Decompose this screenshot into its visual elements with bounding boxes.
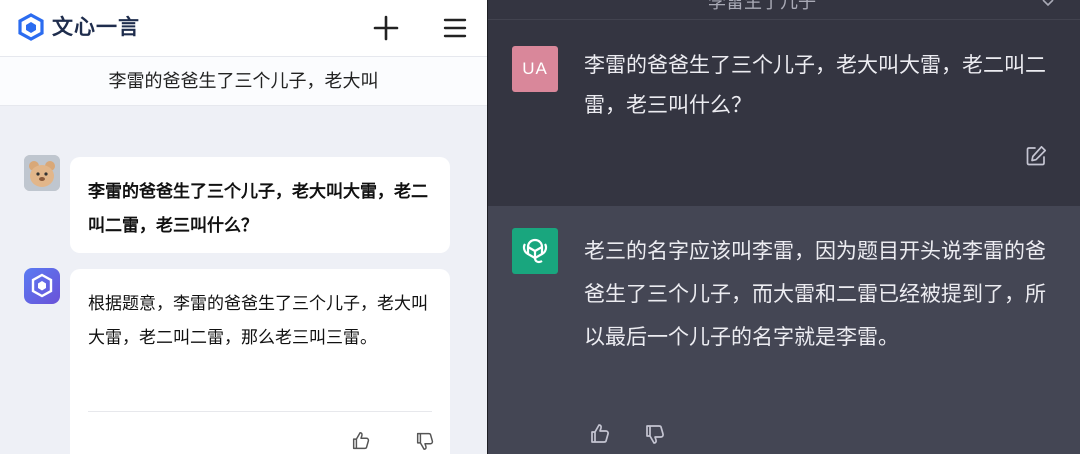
ernie-bot-panel: 文心一言 李雷的爸爸生了三个儿子，老大叫 李雷的爸爸生了三个儿子，老大叫大雷，老… [0, 0, 487, 454]
user-avatar [24, 155, 60, 191]
ernie-bot-icon [31, 273, 53, 298]
openai-knot-icon [522, 238, 548, 264]
chevron-down-icon[interactable] [1040, 0, 1056, 10]
divider [88, 411, 432, 412]
bot-message-bubble: 根据题意，李雷的爸爸生了三个儿子，老大叫大雷，老二叫二雷，那么老三叫三雷。 [70, 269, 450, 454]
bot-message-text: 老三的名字应该叫李雷，因为题目开头说李雷的爸爸生了三个儿子，而大雷和二雷已经被提… [584, 239, 1046, 349]
conversation-title: 李雷的爸爸生了三个儿子，老大叫 [0, 56, 487, 106]
top-bar: 李雷生了几子 [488, 0, 1080, 20]
chat-title: 李雷生了几子 [708, 0, 816, 13]
user-message-bubble: 李雷的爸爸生了三个儿子，老大叫大雷，老二叫二雷，老三叫什么？ [70, 157, 450, 253]
bot-message-text: 根据题意，李雷的爸爸生了三个儿子，老大叫大雷，老二叫二雷，那么老三叫三雷。 [88, 294, 428, 348]
hamburger-menu-icon[interactable] [442, 15, 468, 41]
thumbs-down-icon[interactable] [414, 430, 436, 452]
chatgpt-panel: 李雷生了几子 UA 李雷的爸爸生了三个儿子，老大叫大雷，老二叫二雷，老三叫什么？ [488, 0, 1080, 454]
thumbs-up-icon[interactable] [350, 430, 372, 452]
app-header: 文心一言 [0, 0, 487, 56]
thumbs-down-icon[interactable] [643, 422, 667, 446]
edit-icon[interactable] [1024, 144, 1048, 168]
plus-icon[interactable] [372, 14, 400, 42]
app-name: 文心一言 [52, 15, 140, 39]
user-avatar: UA [512, 46, 558, 92]
openai-logo-icon [512, 228, 558, 274]
bot-message-row: 老三的名字应该叫李雷，因为题目开头说李雷的爸爸生了三个儿子，而大雷和二雷已经被提… [488, 206, 1080, 454]
user-message-row: UA 李雷的爸爸生了三个儿子，老大叫大雷，老二叫二雷，老三叫什么？ [488, 21, 1080, 206]
thumbs-up-icon[interactable] [588, 422, 612, 446]
bear-avatar-icon [24, 155, 60, 191]
bot-avatar [24, 268, 60, 304]
user-message-text: 李雷的爸爸生了三个儿子，老大叫大雷，老二叫二雷，老三叫什么？ [584, 53, 1046, 117]
ernie-logo-icon [18, 13, 44, 41]
